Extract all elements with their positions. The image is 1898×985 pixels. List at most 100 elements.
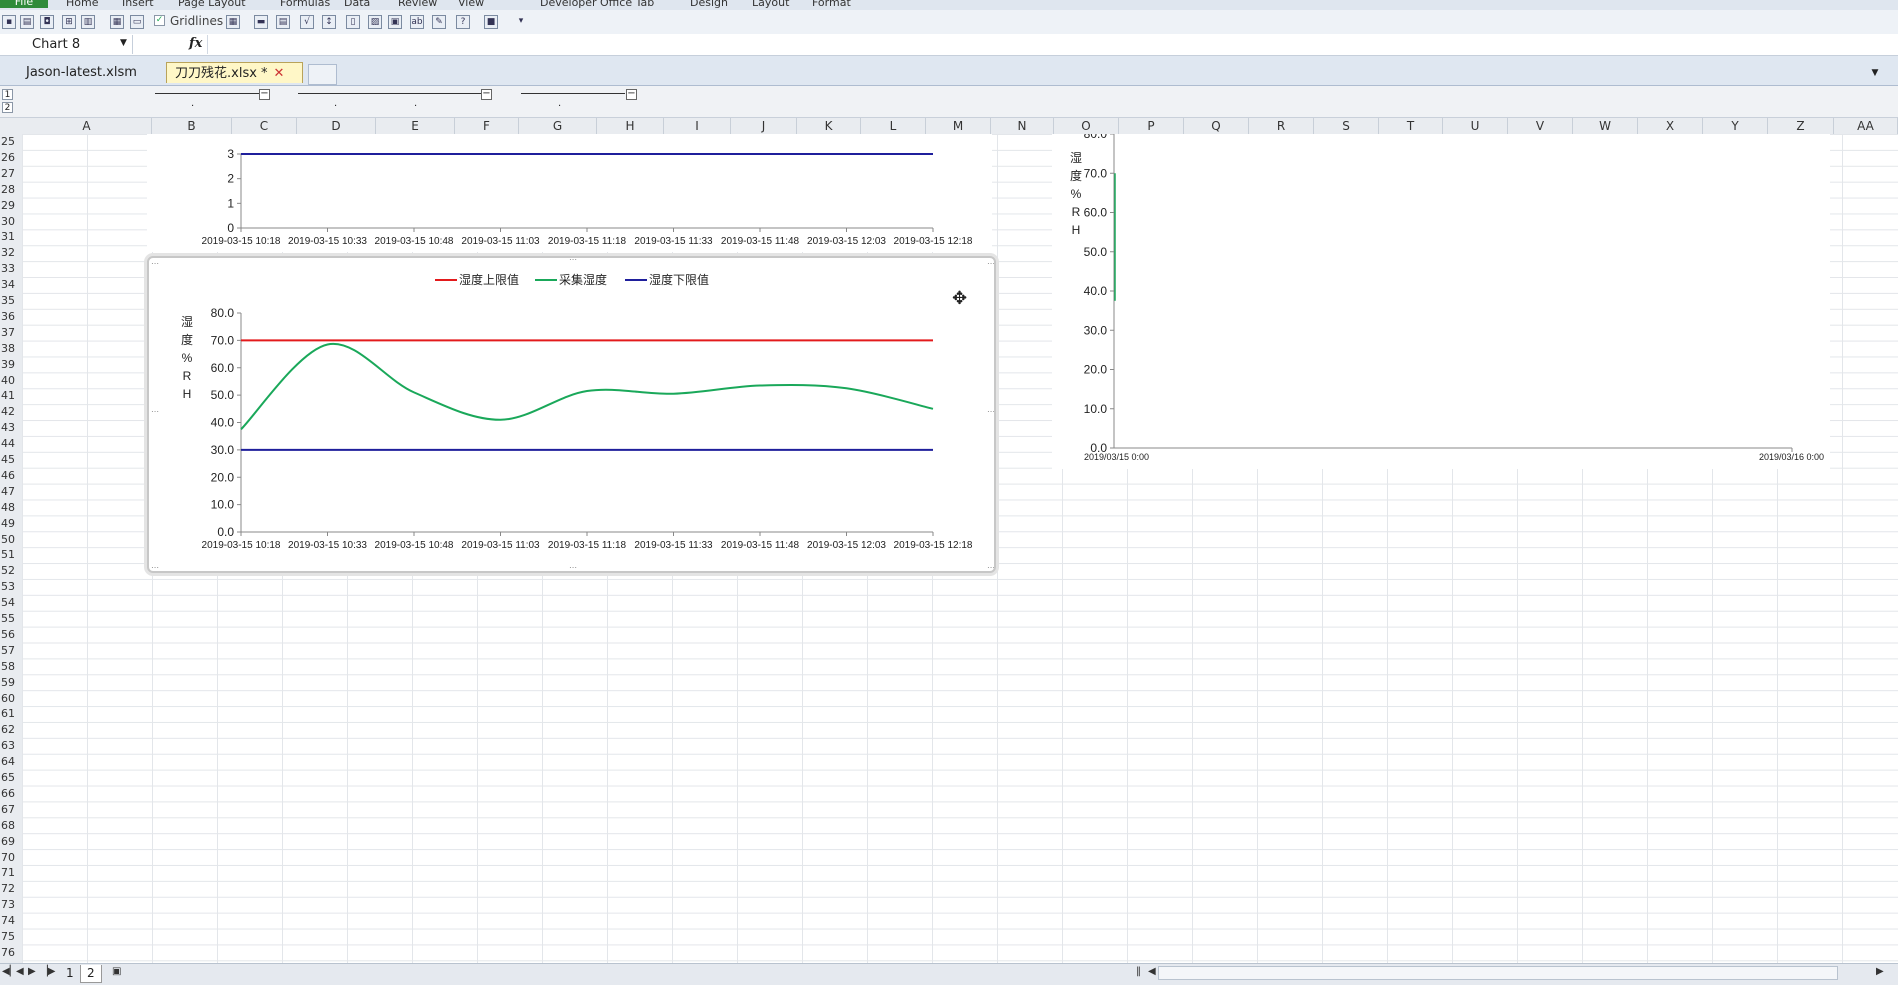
row-header-35[interactable]: 35 (0, 293, 22, 309)
row-header-61[interactable]: 61 (0, 706, 22, 722)
scroll-right-icon[interactable]: ▶ (1876, 966, 1884, 977)
column-header-A[interactable]: A (22, 118, 152, 134)
row-header-66[interactable]: 66 (0, 786, 22, 802)
workbook-tab-active[interactable]: 刀刀残花.xlsx * ✕ (166, 62, 303, 83)
collapse-group-button[interactable]: − (626, 89, 637, 100)
row-header-65[interactable]: 65 (0, 770, 22, 786)
row-header-34[interactable]: 34 (0, 277, 22, 293)
chart-icon[interactable]: ▨ (368, 15, 382, 29)
row-header-27[interactable]: 27 (0, 166, 22, 182)
column-header-V[interactable]: V (1508, 118, 1573, 134)
row-header-70[interactable]: 70 (0, 850, 22, 866)
ribbon-tab-office-tab[interactable]: Office Tab (600, 0, 654, 9)
row-header-74[interactable]: 74 (0, 913, 22, 929)
row-header-50[interactable]: 50 (0, 532, 22, 548)
column-header-I[interactable]: I (664, 118, 731, 134)
gridlines-checkbox[interactable]: ✓ (154, 15, 165, 26)
row-header-28[interactable]: 28 (0, 182, 22, 198)
row-header-42[interactable]: 42 (0, 404, 22, 420)
chart-8-selected[interactable]: 0.0 10.0 20.0 30.0 40.0 50.0 60.0 70.0 80.0 2019-… (147, 255, 996, 573)
column-header-U[interactable]: U (1443, 118, 1508, 134)
column-header-S[interactable]: S (1314, 118, 1379, 134)
next-sheet-icon[interactable]: ▶ (28, 966, 36, 977)
ribbon-tab-insert[interactable]: Insert (122, 0, 154, 9)
row-header-32[interactable]: 32 (0, 245, 22, 261)
ribbon-tab-design[interactable]: Design (690, 0, 728, 9)
row-header-36[interactable]: 36 (0, 309, 22, 325)
row-header-26[interactable]: 26 (0, 150, 22, 166)
column-header-J[interactable]: J (731, 118, 797, 134)
ribbon-tab-format[interactable]: Format (812, 0, 851, 9)
doc-icon[interactable]: ▯ (346, 15, 360, 29)
customize-toolbar-icon[interactable]: ▾ (514, 15, 528, 29)
print-preview-icon[interactable]: ▤ (276, 15, 290, 29)
chevron-down-icon[interactable]: ▼ (120, 38, 127, 48)
camera-icon[interactable]: ◘ (40, 15, 54, 29)
borders-icon[interactable]: ▦ (226, 15, 240, 29)
outline-level-2-button[interactable]: 2 (2, 102, 13, 113)
ribbon-tab-review[interactable]: Review (398, 0, 437, 9)
collapse-group-button[interactable]: − (481, 89, 492, 100)
column-header-Q[interactable]: Q (1184, 118, 1249, 134)
column-header-L[interactable]: L (861, 118, 926, 134)
tab-menu-icon[interactable]: ▼ (1866, 64, 1884, 82)
row-header-64[interactable]: 64 (0, 754, 22, 770)
row-header-59[interactable]: 59 (0, 675, 22, 691)
row-header-38[interactable]: 38 (0, 341, 22, 357)
print-icon[interactable]: ▤ (20, 15, 34, 29)
row-header-55[interactable]: 55 (0, 611, 22, 627)
sheet-tab-2[interactable]: 2 (80, 965, 102, 983)
new-workbook-tab-button[interactable] (308, 64, 337, 85)
column-header-Y[interactable]: Y (1703, 118, 1768, 134)
column-header-M[interactable]: M (926, 118, 991, 134)
row-header-30[interactable]: 30 (0, 214, 22, 230)
ribbon-tab-page-layout[interactable]: Page Layout (178, 0, 246, 9)
column-header-D[interactable]: D (297, 118, 376, 134)
row-header-44[interactable]: 44 (0, 436, 22, 452)
row-header-56[interactable]: 56 (0, 627, 22, 643)
outline-level-1-button[interactable]: 1 (2, 89, 13, 100)
ribbon-tab-formulas[interactable]: Formulas (280, 0, 330, 9)
column-header-X[interactable]: X (1638, 118, 1703, 134)
row-header-25[interactable]: 25 (0, 134, 22, 150)
ribbon-tab-layout[interactable]: Layout (752, 0, 789, 9)
row-header-45[interactable]: 45 (0, 452, 22, 468)
close-icon[interactable]: ✕ (274, 66, 285, 81)
formula-icon[interactable]: √ (300, 15, 314, 29)
column-header-T[interactable]: T (1379, 118, 1443, 134)
chart-right[interactable]: 0.0 10.0 20.0 30.0 40.0 50.0 60.0 70.0 80.0 2019/… (1052, 127, 1830, 469)
open-icon[interactable]: ▬ (254, 15, 268, 29)
help-icon[interactable]: ? (456, 15, 470, 29)
fx-icon[interactable]: fx (189, 36, 202, 51)
row-header-40[interactable]: 40 (0, 373, 22, 389)
edit-icon[interactable]: ✎ (432, 15, 446, 29)
column-header-E[interactable]: E (376, 118, 455, 134)
row-header-29[interactable]: 29 (0, 198, 22, 214)
row-header-58[interactable]: 58 (0, 659, 22, 675)
column-header-K[interactable]: K (797, 118, 861, 134)
row-header-72[interactable]: 72 (0, 881, 22, 897)
row-header-33[interactable]: 33 (0, 261, 22, 277)
color-picker-icon[interactable]: ■ (484, 15, 498, 29)
row-header-76[interactable]: 76 (0, 945, 22, 961)
sheet-tab-1[interactable]: 1 (60, 965, 80, 982)
last-sheet-icon[interactable]: ▕▶ (40, 966, 55, 977)
row-header-41[interactable]: 41 (0, 388, 22, 404)
row-header-75[interactable]: 75 (0, 929, 22, 945)
column-header-O[interactable]: O (1054, 118, 1119, 134)
row-header-47[interactable]: 47 (0, 484, 22, 500)
window-icon[interactable]: ▭ (130, 15, 144, 29)
row-header-48[interactable]: 48 (0, 500, 22, 516)
prev-sheet-icon[interactable]: ◀ (16, 966, 24, 977)
row-header-73[interactable]: 73 (0, 897, 22, 913)
save-icon[interactable]: ▪ (2, 15, 16, 29)
row-header-54[interactable]: 54 (0, 595, 22, 611)
row-header-69[interactable]: 69 (0, 834, 22, 850)
sort-icon[interactable]: ↕ (322, 15, 336, 29)
row-header-49[interactable]: 49 (0, 516, 22, 532)
row-header-68[interactable]: 68 (0, 818, 22, 834)
row-header-52[interactable]: 52 (0, 563, 22, 579)
ribbon-tab-view[interactable]: View (458, 0, 484, 9)
column-header-B[interactable]: B (152, 118, 232, 134)
scroll-left-icon[interactable]: ◀ (1148, 966, 1156, 977)
